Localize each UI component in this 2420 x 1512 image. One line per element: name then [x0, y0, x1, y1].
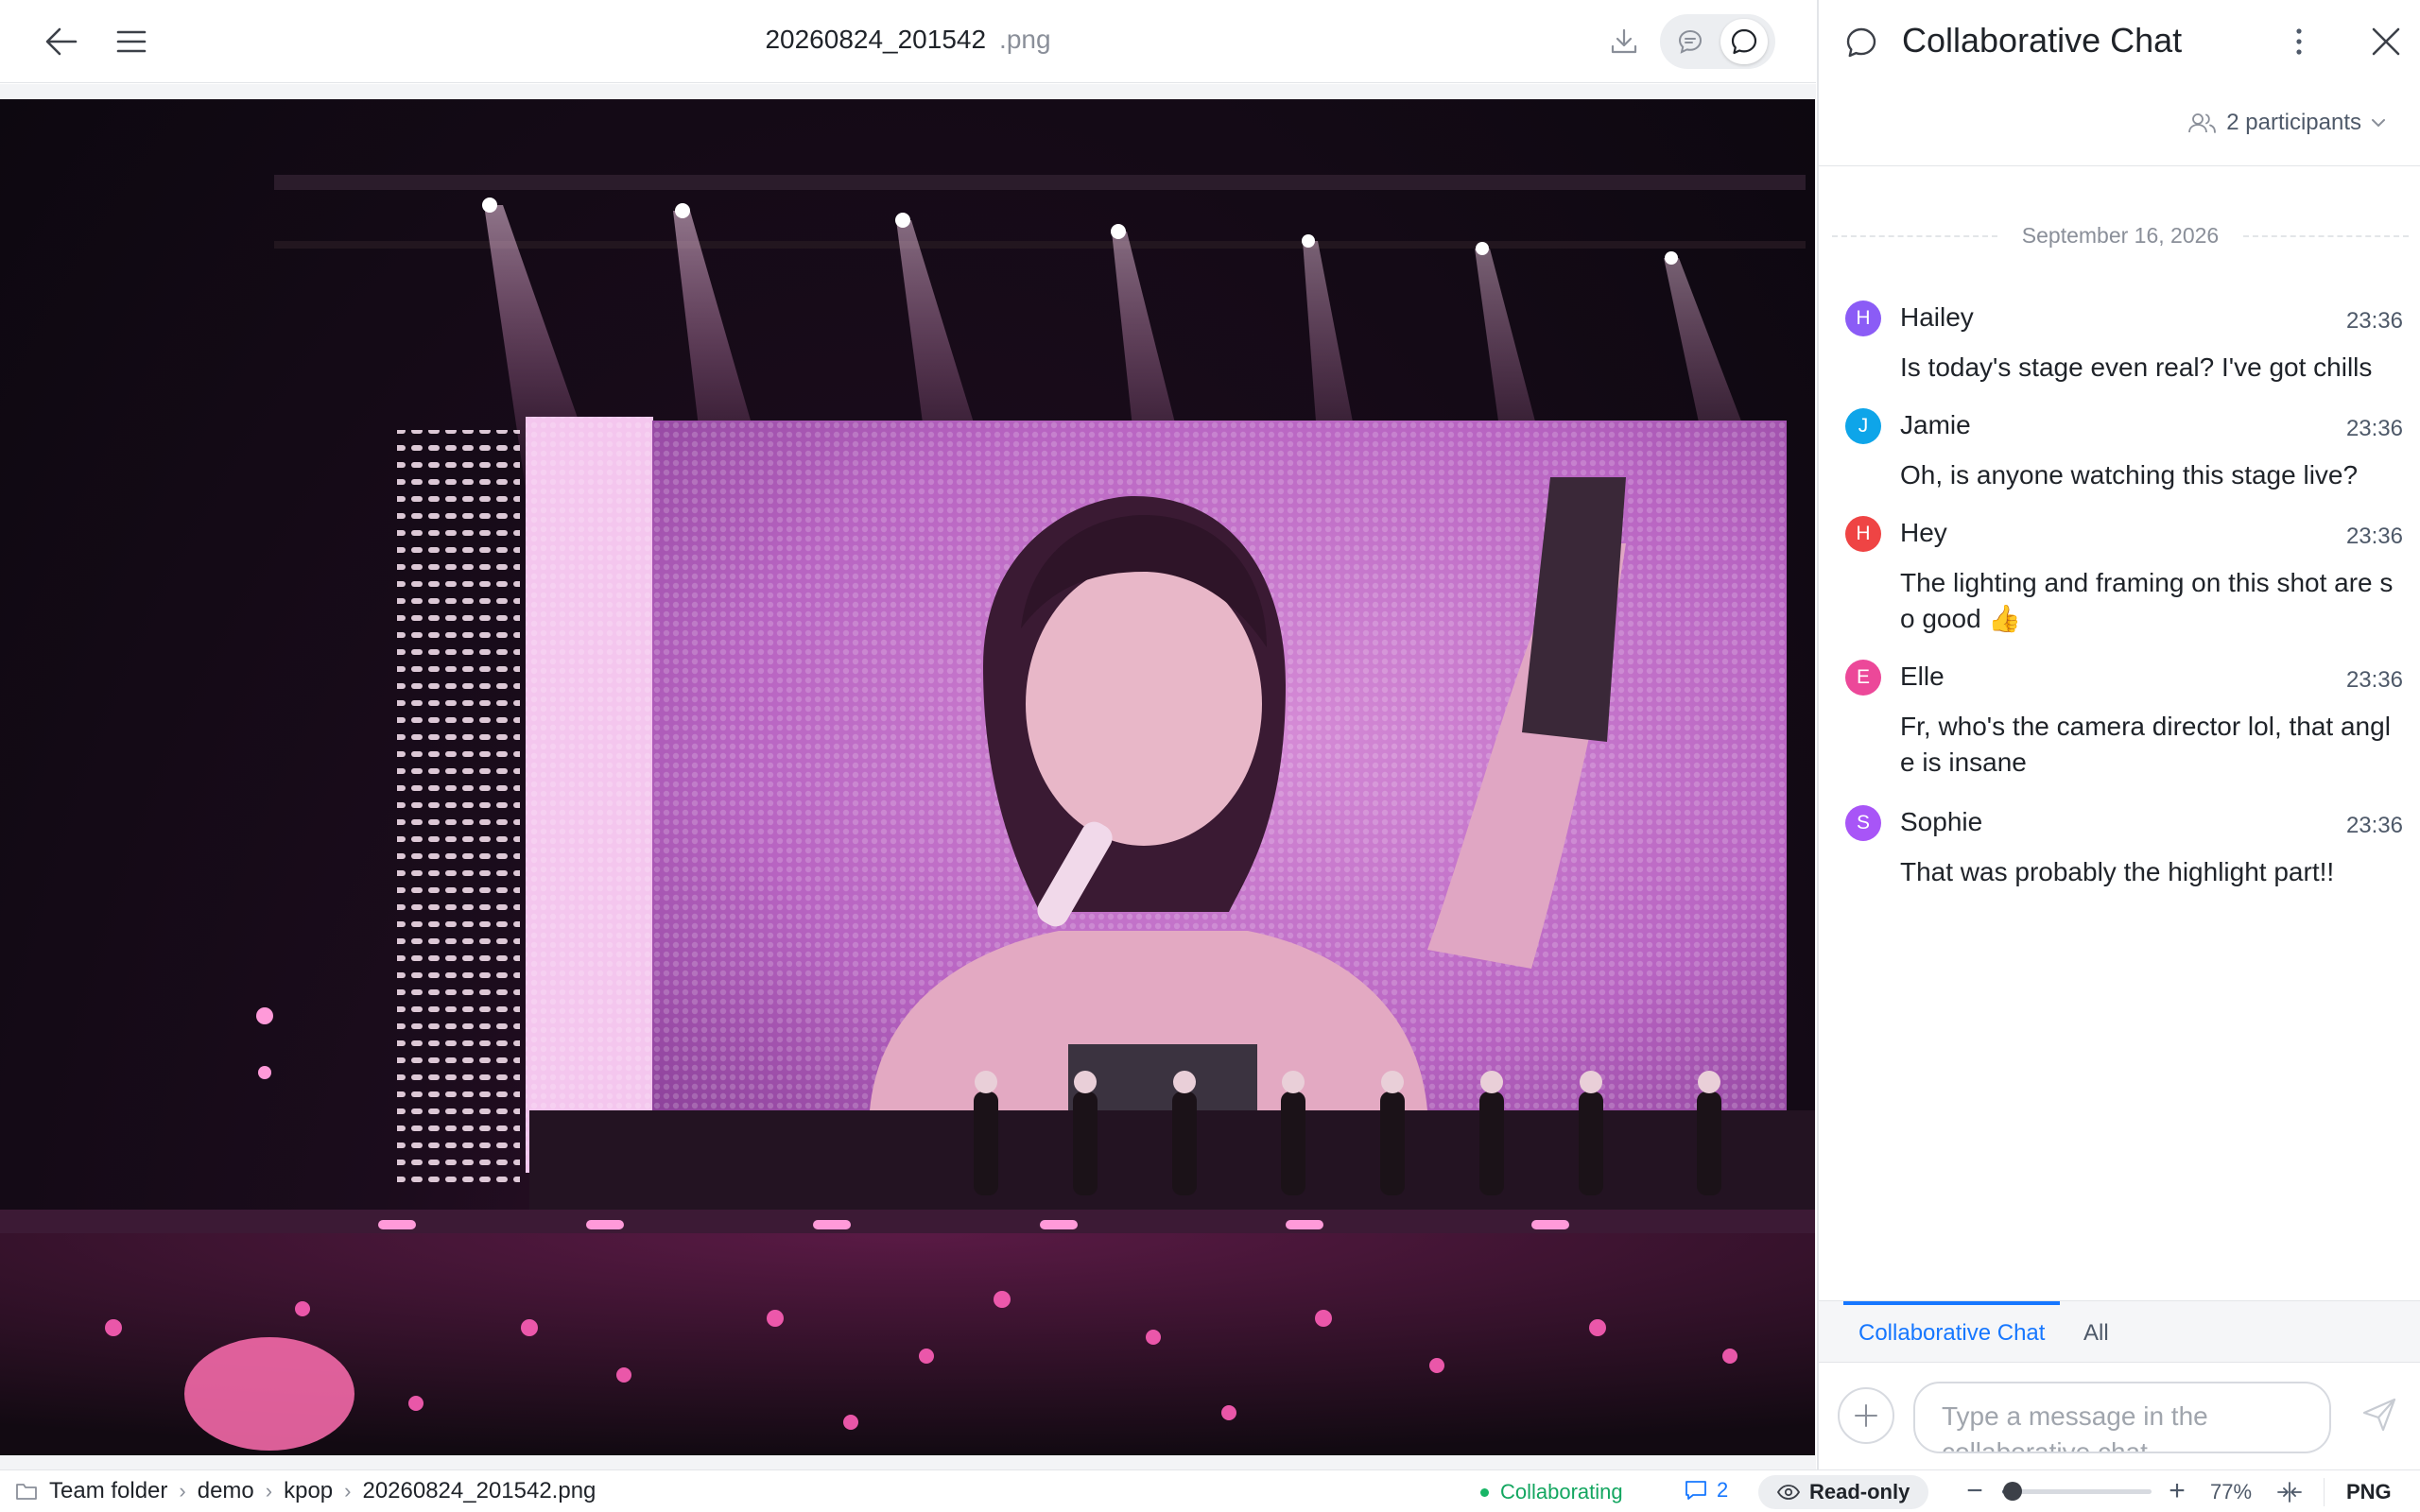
- participants-bar: 2 participants: [1819, 83, 2420, 166]
- collaboration-status: Collaborating: [1480, 1480, 1623, 1504]
- message-composer: Type a message in the collaborative chat: [1819, 1363, 2420, 1469]
- avatar: E: [1845, 660, 1881, 696]
- send-button[interactable]: [2356, 1391, 2403, 1438]
- message-time: 23:36: [2345, 667, 2403, 693]
- avatar: H: [1845, 301, 1881, 336]
- message-text: That was probably the highlight part!!: [1900, 857, 2335, 886]
- view-toggle: [1660, 14, 1775, 69]
- top-toolbar: 20260824_201542 .png: [0, 0, 1816, 83]
- status-dot-icon: [1480, 1487, 1489, 1497]
- file-format-badge: PNG: [2346, 1480, 2392, 1503]
- breadcrumb-item[interactable]: demo: [198, 1478, 254, 1504]
- file-title: 20260824_201542 .png: [0, 25, 1816, 55]
- comment-toggle-button[interactable]: [1669, 21, 1711, 62]
- divider: [2243, 234, 2409, 237]
- image-viewer[interactable]: [0, 84, 1816, 1469]
- message-author: Hailey: [1900, 302, 1974, 332]
- chat-header-icon: [1840, 21, 1883, 64]
- participants-dropdown[interactable]: 2 participants: [2188, 110, 2386, 136]
- message-time: 23:36: [2345, 524, 2403, 549]
- download-button[interactable]: [1603, 21, 1645, 62]
- avatar: J: [1845, 408, 1881, 444]
- message-time: 23:36: [2345, 416, 2403, 441]
- comment-icon: [1678, 29, 1703, 54]
- message-text: The lighting and framing on this shot ar…: [1900, 568, 2394, 633]
- message-author: Jamie: [1900, 410, 1971, 439]
- message-time: 23:36: [2345, 813, 2403, 838]
- chat-bubble-icon: [1846, 27, 1876, 58]
- message-text: Oh, is anyone watching this stage live?: [1900, 460, 2359, 490]
- file-name: 20260824_201542: [765, 25, 987, 54]
- eye-icon: [1777, 1485, 1800, 1500]
- breadcrumb-item[interactable]: kpop: [284, 1478, 333, 1504]
- message-input[interactable]: Type a message in the collaborative chat: [1913, 1382, 2331, 1453]
- breadcrumb: Team folder › demo › kpop › 20260824_201…: [15, 1478, 596, 1504]
- message-author: Hey: [1900, 518, 1947, 547]
- message-time: 23:36: [2345, 308, 2403, 334]
- message-text: Is today's stage even real? I've got chi…: [1900, 352, 2373, 382]
- participants-label: 2 participants: [2226, 110, 2361, 135]
- message-author: Sophie: [1900, 807, 1983, 836]
- close-panel-button[interactable]: [2363, 19, 2409, 64]
- zoom-slider-handle[interactable]: [2003, 1482, 2023, 1501]
- chevron-right-icon: ›: [179, 1479, 186, 1503]
- mode-label: Read-only: [1809, 1480, 1910, 1503]
- date-label: September 16, 2026: [2021, 223, 2220, 248]
- close-icon: [2372, 27, 2400, 56]
- zoom-in-button[interactable]: +: [2163, 1474, 2191, 1508]
- collaboration-label: Collaborating: [1500, 1480, 1623, 1503]
- add-attachment-button[interactable]: [1838, 1387, 1894, 1444]
- send-icon: [2362, 1398, 2396, 1432]
- avatar: S: [1845, 805, 1881, 841]
- chat-tabs: Collaborative Chat All: [1819, 1300, 2420, 1363]
- comment-icon: [1685, 1481, 1706, 1500]
- chat-bubble-icon: [1731, 28, 1757, 55]
- chat-panel: Collaborative Chat 2 participants Septem…: [1817, 0, 2420, 1469]
- avatar: H: [1845, 516, 1881, 552]
- chevron-right-icon: ›: [344, 1479, 352, 1503]
- plus-icon: [1855, 1404, 1877, 1427]
- divider: [2324, 1478, 2325, 1506]
- chat-toggle-button[interactable]: [1720, 19, 1768, 64]
- date-separator: September 16, 2026: [1832, 223, 2409, 249]
- breadcrumb-item[interactable]: Team folder: [49, 1478, 167, 1504]
- people-icon: [2188, 113, 2217, 133]
- chevron-right-icon: ›: [265, 1479, 273, 1503]
- tab-collaborative-chat[interactable]: Collaborative Chat: [1843, 1301, 2061, 1362]
- breadcrumb-item: 20260824_201542.png: [362, 1478, 596, 1503]
- app-window: 20260824_201542 .png Collaborative Chat …: [0, 0, 2420, 1512]
- divider: [1832, 234, 1997, 237]
- chat-panel-title: Collaborative Chat: [1902, 21, 2183, 60]
- comment-count-button[interactable]: 2: [1685, 1478, 1728, 1503]
- fit-width-button[interactable]: [2273, 1476, 2307, 1508]
- tab-all[interactable]: All: [2068, 1301, 2124, 1362]
- comment-count: 2: [1717, 1478, 1729, 1502]
- message-author: Elle: [1900, 662, 1945, 691]
- zoom-out-button[interactable]: −: [1961, 1474, 1989, 1508]
- status-bar: Team folder › demo › kpop › 20260824_201…: [0, 1469, 2420, 1512]
- more-vertical-icon: [2296, 28, 2302, 55]
- zoom-level: 77%: [2210, 1480, 2253, 1503]
- chevron-down-icon: [2372, 119, 2385, 128]
- chat-panel-header: Collaborative Chat: [1819, 0, 2420, 83]
- concert-photo: [0, 99, 1815, 1455]
- download-icon: [1611, 28, 1637, 54]
- read-only-badge[interactable]: Read-only: [1758, 1475, 1929, 1509]
- folder-icon: [16, 1484, 37, 1500]
- message-text: Fr, who's the camera director lol, that …: [1900, 712, 2391, 777]
- zoom-slider[interactable]: [2002, 1482, 2152, 1501]
- file-extension: .png: [999, 25, 1051, 54]
- more-options-button[interactable]: [2280, 21, 2318, 62]
- fit-width-icon: [2277, 1482, 2302, 1503]
